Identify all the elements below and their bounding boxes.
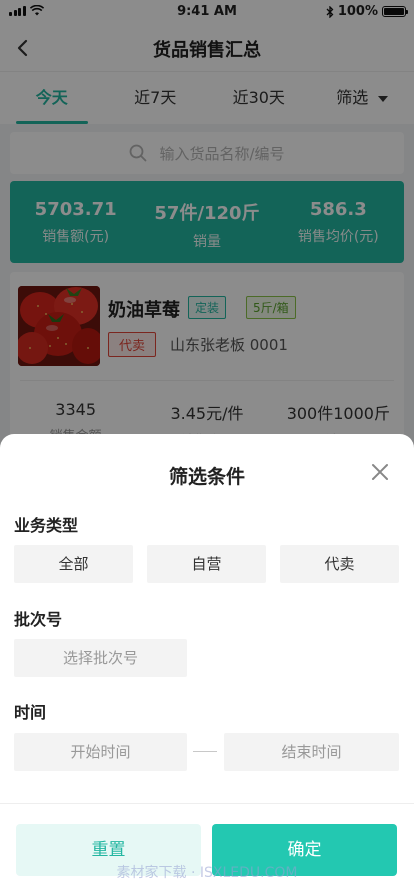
time-range-dash [193, 751, 217, 752]
filter-sheet: 筛选条件 业务类型 全部 自营 代卖 批次号 选择批次号 时间 开始时间 结束时… [0, 434, 414, 896]
footer-divider [0, 803, 414, 804]
filter-sheet-title: 筛选条件 [168, 466, 245, 488]
option-all[interactable]: 全部 [14, 545, 133, 583]
end-time-field[interactable]: 结束时间 [224, 733, 399, 771]
close-icon[interactable] [370, 462, 390, 482]
start-time-field[interactable]: 开始时间 [14, 733, 187, 771]
watermark: 素材家下载 · ISXLEDU.COM [116, 865, 298, 881]
batch-label: 批次号 [14, 610, 63, 629]
time-label: 时间 [14, 703, 47, 722]
batch-select[interactable]: 选择批次号 [14, 639, 187, 677]
option-self-run[interactable]: 自营 [147, 545, 266, 583]
option-consign[interactable]: 代卖 [280, 545, 399, 583]
business-type-label: 业务类型 [14, 516, 79, 535]
